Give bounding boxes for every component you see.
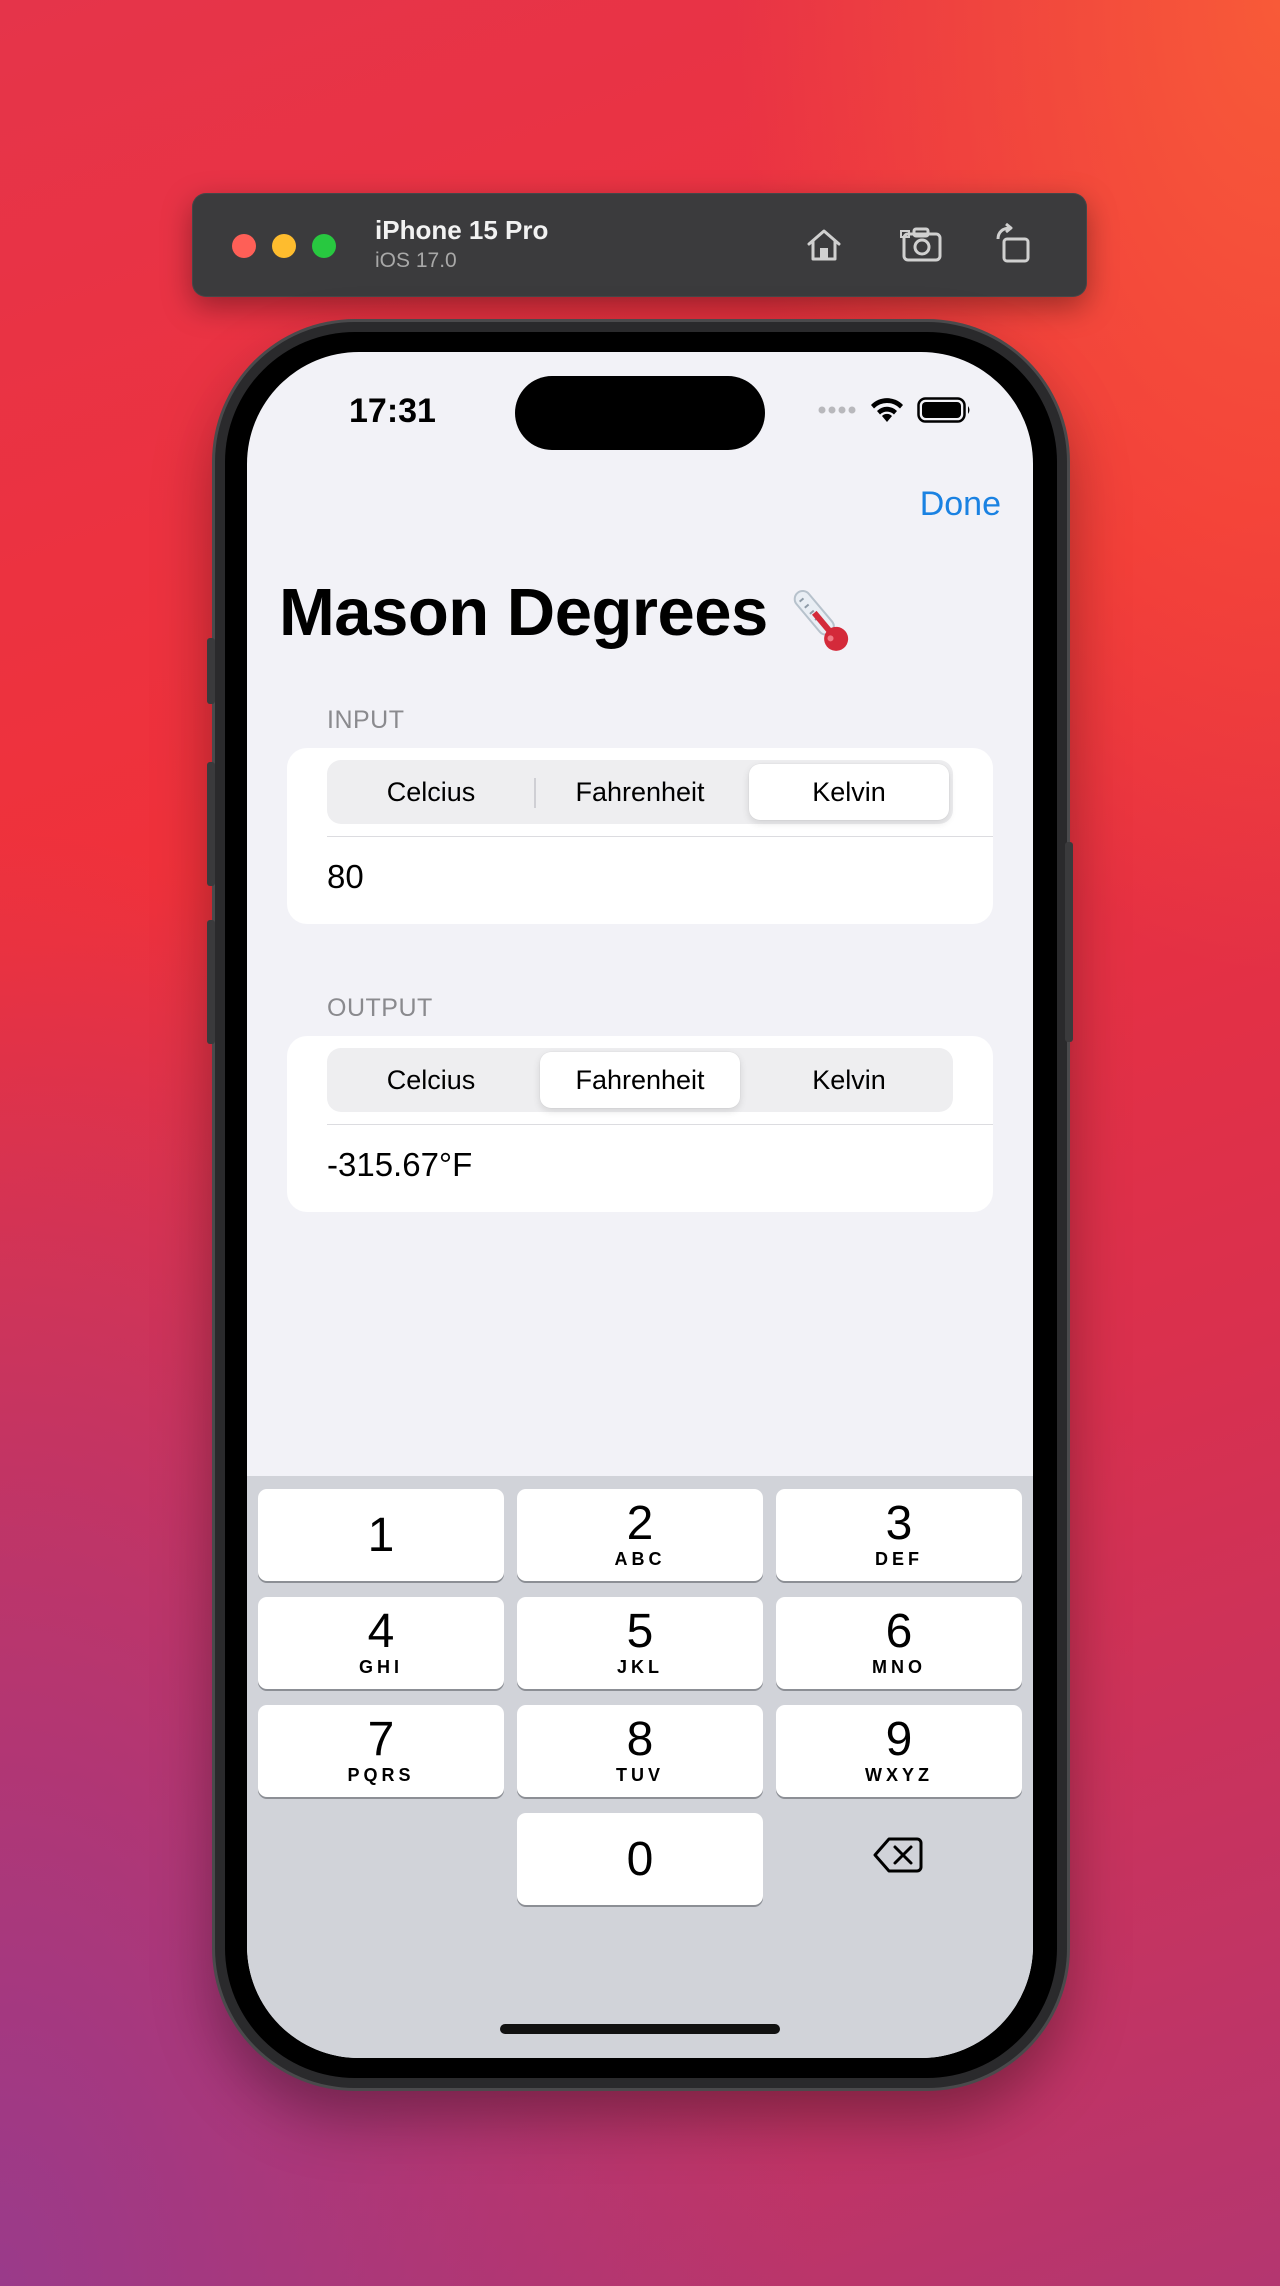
key-letters: JKL [616,1657,663,1677]
output-unit-picker: Celcius Fahrenheit Kelvin [327,1048,953,1112]
rotate-button[interactable] [992,222,1036,267]
key-0[interactable]: 0 [517,1813,763,1905]
key-letters: TUV [616,1765,664,1785]
key-letters: GHI [358,1657,403,1677]
key-5[interactable]: 5 JKL [517,1597,763,1689]
key-letters: WXYZ [865,1765,933,1785]
segment-divider [534,778,536,808]
input-segment-celcius[interactable]: Celcius [331,764,531,820]
thermometer-icon [793,590,849,651]
status-time: 17:31 [349,392,436,430]
volume-up-button [207,762,215,886]
status-indicators [817,396,973,424]
power-button [1065,842,1073,1042]
action-button [207,638,215,704]
card-separator [327,836,993,837]
input-card: Celcius Fahrenheit Kelvin 80 [287,748,993,924]
key-6[interactable]: 6 MNO [776,1597,1022,1689]
home-indicator[interactable] [500,2024,780,2034]
output-segment-kelvin[interactable]: Kelvin [749,1052,949,1108]
output-segment-celcius[interactable]: Celcius [331,1052,531,1108]
key-digit: 1 [367,1509,395,1562]
input-segment-kelvin[interactable]: Kelvin [749,764,949,820]
done-button[interactable]: Done [920,485,1001,524]
delete-backward-icon[interactable] [873,1835,923,1875]
key-3[interactable]: 3 DEF [776,1489,1022,1581]
key-7[interactable]: 7 PQRS [258,1705,504,1797]
home-icon [807,229,841,261]
rotate-icon [996,222,1030,263]
key-8[interactable]: 8 TUV [517,1705,763,1797]
home-button[interactable] [802,223,846,267]
dynamic-island [515,376,765,450]
input-section-label: INPUT [327,706,405,734]
key-digit: 0 [626,1833,654,1886]
camera-icon [900,227,942,262]
input-segment-fahrenheit[interactable]: Fahrenheit [540,764,740,820]
key-9[interactable]: 9 WXYZ [776,1705,1022,1797]
battery-icon [917,397,970,423]
key-2[interactable]: 2 ABC [517,1489,763,1581]
key-letters: DEF [875,1549,923,1569]
key-digit: 9 [885,1713,913,1766]
input-value-field[interactable]: 80 [327,858,364,896]
device-name: iPhone 15 Pro [375,215,549,245]
key-digit: 2 [626,1497,654,1550]
card-separator [327,1124,993,1125]
key-digit: 5 [626,1605,654,1658]
output-segment-fahrenheit[interactable]: Fahrenheit [540,1052,740,1108]
input-unit-picker: Celcius Fahrenheit Kelvin [327,760,953,824]
key-digit: 6 [885,1605,913,1658]
output-section-label: OUTPUT [327,994,433,1022]
key-letters: MNO [872,1657,926,1677]
key-digit: 7 [367,1713,395,1766]
screenshot-button[interactable] [900,223,944,267]
os-version: iOS 17.0 [375,249,457,272]
key-digit: 3 [885,1497,913,1550]
output-value: -315.67°F [327,1146,473,1183]
key-digit: 4 [367,1605,395,1658]
key-digit: 8 [626,1713,654,1766]
minimize-window-button[interactable] [272,234,296,258]
cellular-signal-icon [818,406,856,414]
volume-down-button [207,920,215,1044]
key-1[interactable]: 1 [258,1489,504,1581]
page-title: Mason Degrees [279,575,768,650]
simulator-toolbar: iPhone 15 Pro iOS 17.0 [192,193,1087,297]
zoom-window-button[interactable] [312,234,336,258]
key-letters: ABC [614,1549,666,1569]
close-window-button[interactable] [232,234,256,258]
iphone-screen: 17:31 Done Mason Degrees INPUT Celcius F… [247,352,1033,2058]
output-card: Celcius Fahrenheit Kelvin -315.67°F [287,1036,993,1212]
wifi-icon [871,398,903,422]
key-4[interactable]: 4 GHI [258,1597,504,1689]
key-letters: PQRS [347,1765,415,1785]
